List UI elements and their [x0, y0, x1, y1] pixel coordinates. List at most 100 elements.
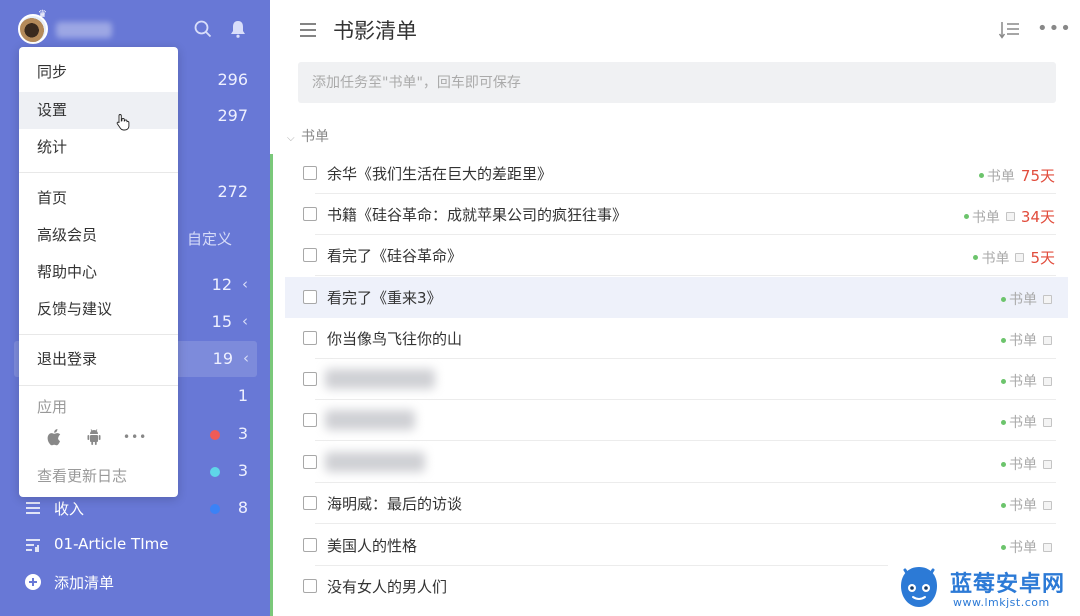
task-row[interactable]: 书单 [285, 442, 1068, 483]
task-checkbox[interactable] [303, 455, 317, 469]
more-apps-icon[interactable]: ••• [123, 428, 146, 446]
task-tag: 书单 [971, 209, 1000, 226]
item-count: 8 [237, 498, 248, 517]
task-meta: 书单 [1001, 371, 1052, 391]
task-tag: 书单 [1009, 540, 1037, 556]
task-title[interactable]: 没有女人的男人们 [327, 576, 447, 597]
task-due: 5天 [1030, 249, 1055, 267]
task-tag: 书单 [1009, 498, 1037, 514]
task-row-selected[interactable]: 看完了《重来3》 书单 [285, 277, 1068, 318]
chevron-down-icon[interactable]: ⌵ [287, 133, 301, 144]
row-divider [315, 523, 1056, 524]
task-checkbox[interactable] [303, 579, 317, 593]
tag-dot [1001, 419, 1006, 425]
task-title-blurred[interactable] [325, 410, 415, 430]
menu-item-settings[interactable]: 设置 [19, 92, 178, 129]
more-options-icon[interactable]: ••• [1037, 20, 1071, 40]
task-row[interactable]: 书单 [285, 359, 1068, 400]
sort-icon[interactable] [998, 20, 1020, 40]
task-tag: 书单 [1009, 374, 1037, 390]
filter-list-icon [24, 536, 42, 554]
watermark-url: www.lmkjst.com [953, 596, 1050, 609]
task-checkbox[interactable] [303, 413, 317, 427]
task-meta: 书单 5天 [973, 247, 1055, 268]
note-icon [1005, 212, 1015, 221]
item-count: 297 [217, 106, 248, 125]
chevron-left-icon[interactable]: ‹ [243, 349, 249, 367]
task-checkbox[interactable] [303, 248, 317, 262]
sidebar-item-label: 收入 [54, 500, 85, 518]
apple-icon[interactable] [46, 428, 64, 446]
menu-item-logout[interactable]: 退出登录 [19, 341, 178, 378]
task-row[interactable]: 你当像鸟飞往你的山 书单 [285, 318, 1068, 359]
note-icon [1015, 253, 1025, 262]
task-row[interactable]: 书籍《硅谷革命：成就苹果公司的疯狂往事》 书单 34天 [285, 194, 1068, 235]
item-count: 1 [237, 386, 248, 405]
page-title: 书影清单 [333, 19, 417, 43]
watermark-logo [901, 567, 937, 607]
add-task-input[interactable] [298, 62, 1056, 103]
color-dot [210, 467, 220, 477]
menu-item-help[interactable]: 帮助中心 [19, 254, 178, 291]
list-color-strip [270, 154, 273, 616]
task-meta: 书单 75天 [978, 165, 1055, 186]
task-tag: 书单 [1009, 415, 1037, 431]
menu-item-stats[interactable]: 统计 [19, 129, 178, 166]
color-dot [210, 430, 220, 440]
hand-cursor-icon [116, 114, 130, 131]
bell-icon[interactable] [228, 19, 248, 39]
task-title[interactable]: 美国人的性格 [327, 535, 417, 556]
menu-item-sync[interactable]: 同步 [19, 54, 178, 91]
item-count: 15 [211, 312, 232, 331]
task-meta: 书单 34天 [963, 206, 1055, 227]
apps-label: 应用 [37, 398, 68, 416]
note-icon [1043, 294, 1052, 304]
task-checkbox[interactable] [303, 207, 317, 221]
task-row[interactable]: 余华《我们生活在巨大的差距里》 书单 75天 [285, 153, 1068, 194]
task-title[interactable]: 余华《我们生活在巨大的差距里》 [327, 163, 552, 184]
task-row[interactable]: 看完了《硅谷革命》 书单 5天 [285, 235, 1068, 276]
add-list-button[interactable]: 添加清单 [0, 564, 270, 600]
tag-dot [1001, 502, 1006, 508]
note-icon [1043, 542, 1052, 552]
android-icon[interactable] [85, 428, 103, 446]
task-checkbox[interactable] [303, 538, 317, 552]
search-icon[interactable] [193, 19, 213, 39]
tag-dot [1001, 461, 1006, 467]
task-title[interactable]: 书籍《硅谷革命：成就苹果公司的疯狂往事》 [327, 204, 627, 225]
menu-item-home[interactable]: 首页 [19, 180, 178, 217]
menu-toggle-icon[interactable] [298, 20, 318, 40]
task-title[interactable]: 看完了《硅谷革命》 [327, 245, 462, 266]
sidebar-item-article-time[interactable]: 01-Article TIme [0, 527, 270, 563]
menu-item-premium[interactable]: 高级会员 [19, 217, 178, 254]
row-divider [315, 275, 1056, 276]
section-header[interactable]: ⌵ 书单 [287, 126, 329, 146]
item-count: 272 [217, 182, 248, 201]
task-meta: 书单 [1001, 537, 1052, 557]
tag-dot [1001, 296, 1006, 302]
menu-item-feedback[interactable]: 反馈与建议 [19, 291, 178, 328]
task-title-blurred[interactable] [325, 369, 435, 389]
chevron-left-icon[interactable]: ‹ [242, 312, 248, 330]
task-checkbox[interactable] [303, 290, 317, 304]
item-count: 3 [237, 461, 248, 480]
task-meta: 书单 [1001, 454, 1052, 474]
task-checkbox[interactable] [303, 372, 317, 386]
task-title[interactable]: 看完了《重来3》 [327, 287, 442, 308]
changelog-link[interactable]: 查看更新日志 [37, 465, 127, 486]
task-row[interactable]: 海明威：最后的访谈 书单 [285, 483, 1068, 524]
task-checkbox[interactable] [303, 331, 317, 345]
task-title[interactable]: 你当像鸟飞往你的山 [327, 328, 462, 349]
task-row[interactable]: 书单 [285, 400, 1068, 441]
note-icon [1043, 459, 1052, 469]
tag-dot [1001, 337, 1006, 343]
task-title-blurred[interactable] [325, 452, 425, 472]
task-checkbox[interactable] [303, 496, 317, 510]
item-count: 12 [211, 275, 232, 294]
chevron-left-icon[interactable]: ‹ [242, 275, 248, 293]
list-icon [24, 499, 42, 517]
task-title[interactable]: 海明威：最后的访谈 [327, 493, 462, 514]
task-checkbox[interactable] [303, 166, 317, 180]
task-meta: 书单 [1001, 289, 1052, 309]
task-tag: 书单 [1009, 292, 1037, 308]
